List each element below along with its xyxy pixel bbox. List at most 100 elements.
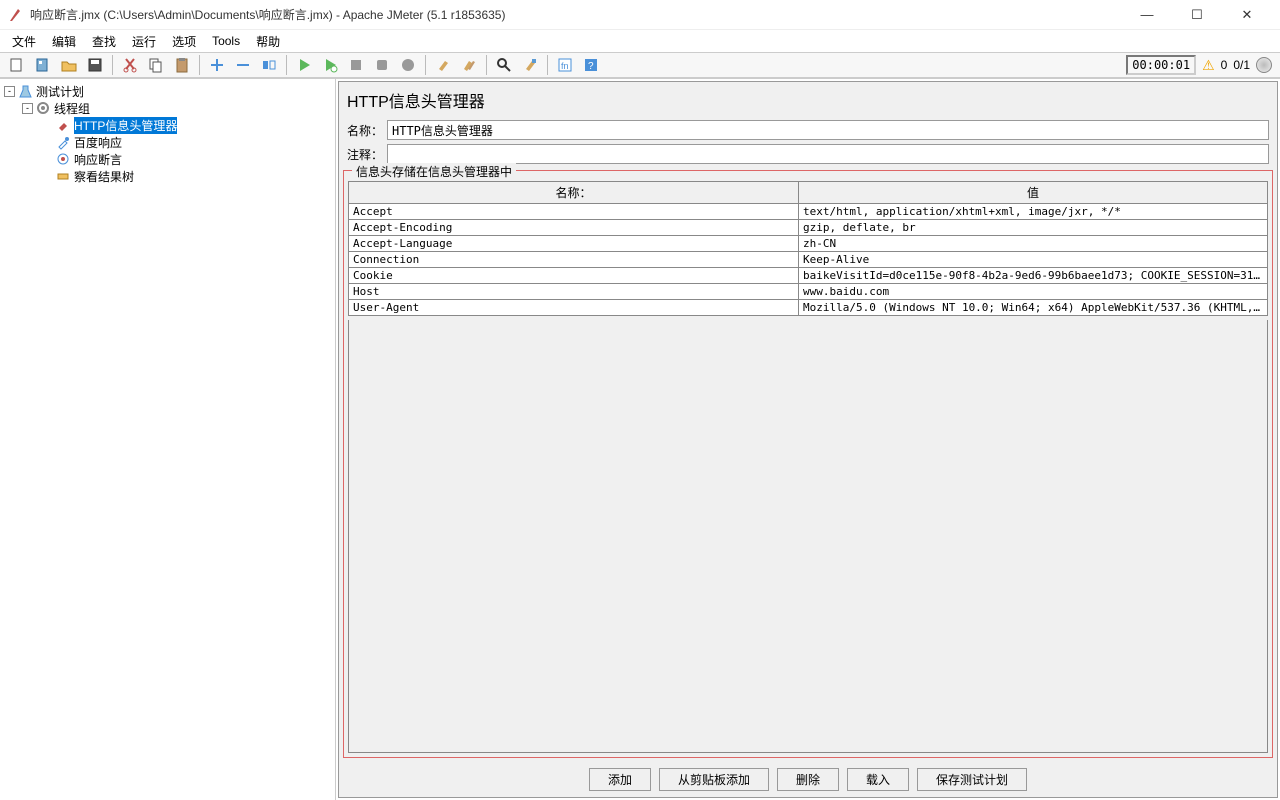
close-button[interactable]: ✕ (1232, 7, 1262, 23)
start-no-timers-icon[interactable] (318, 54, 342, 76)
table-empty-area[interactable] (348, 320, 1268, 753)
tree-test-plan[interactable]: - 测试计划 (0, 83, 335, 100)
header-name-cell[interactable]: User-Agent (349, 300, 799, 316)
headers-table[interactable]: 名称： 值 Accepttext/html, application/xhtml… (348, 181, 1268, 316)
tree-panel[interactable]: - 测试计划 - 线程组 HTTP信息头管理器 百度响应 响应断言 察看结果树 (0, 79, 336, 800)
target-icon (56, 152, 71, 167)
minimize-button[interactable]: — (1132, 7, 1162, 23)
name-label: 名称： (347, 122, 387, 139)
tree-label: 测试计划 (36, 83, 84, 100)
gauge-icon (1256, 57, 1272, 73)
col-header-name[interactable]: 名称： (349, 182, 799, 204)
add-from-clipboard-button[interactable]: 从剪贴板添加 (659, 768, 769, 791)
copy-icon[interactable] (144, 54, 168, 76)
header-value-cell[interactable]: text/html, application/xhtml+xml, image/… (799, 204, 1268, 220)
new-icon[interactable] (5, 54, 29, 76)
header-value-cell[interactable]: Keep-Alive (799, 252, 1268, 268)
table-row[interactable]: ConnectionKeep-Alive (349, 252, 1268, 268)
templates-icon[interactable] (31, 54, 55, 76)
flask-icon (18, 84, 33, 99)
cut-icon[interactable] (118, 54, 142, 76)
help-icon[interactable]: ? (579, 54, 603, 76)
tree-label: 响应断言 (74, 151, 122, 168)
function-helper-icon[interactable]: fn (553, 54, 577, 76)
add-button[interactable]: 添加 (589, 768, 651, 791)
tree-thread-group[interactable]: - 线程组 (0, 100, 335, 117)
table-row[interactable]: Accepttext/html, application/xhtml+xml, … (349, 204, 1268, 220)
dropper-icon (56, 135, 71, 150)
panel-title: HTTP信息头管理器 (339, 82, 1277, 118)
toggle-icon[interactable]: - (22, 103, 33, 114)
header-name-cell[interactable]: Accept-Encoding (349, 220, 799, 236)
menu-help[interactable]: 帮助 (250, 31, 286, 52)
header-name-cell[interactable]: Cookie (349, 268, 799, 284)
clear-icon[interactable] (431, 54, 455, 76)
comment-input[interactable] (387, 144, 1269, 164)
save-icon[interactable] (83, 54, 107, 76)
button-row: 添加 从剪贴板添加 删除 载入 保存测试计划 (339, 762, 1277, 797)
header-value-cell[interactable]: gzip, deflate, br (799, 220, 1268, 236)
tree-baidu-response[interactable]: 百度响应 (0, 134, 335, 151)
stop-all-icon[interactable] (396, 54, 420, 76)
group-label: 信息头存储在信息头管理器中 (352, 163, 516, 180)
clear-all-icon[interactable] (457, 54, 481, 76)
table-row[interactable]: User-AgentMozilla/5.0 (Windows NT 10.0; … (349, 300, 1268, 316)
tree-header-manager[interactable]: HTTP信息头管理器 (0, 117, 335, 134)
header-name-cell[interactable]: Host (349, 284, 799, 300)
window-title: 响应断言.jmx (C:\Users\Admin\Documents\响应断言.… (30, 6, 1132, 23)
open-icon[interactable] (57, 54, 81, 76)
start-icon[interactable] (292, 54, 316, 76)
svg-text:?: ? (588, 61, 594, 72)
header-value-cell[interactable]: Mozilla/5.0 (Windows NT 10.0; Win64; x64… (799, 300, 1268, 316)
separator (199, 55, 200, 75)
name-input[interactable] (387, 120, 1269, 140)
shutdown-icon[interactable] (370, 54, 394, 76)
stop-icon[interactable] (344, 54, 368, 76)
toolbar: fn ? 00:00:01 ⚠ 0 0/1 (0, 52, 1280, 78)
menu-run[interactable]: 运行 (126, 31, 162, 52)
header-value-cell[interactable]: zh-CN (799, 236, 1268, 252)
separator (425, 55, 426, 75)
telescope-icon (56, 169, 71, 184)
tree-label: 百度响应 (74, 134, 122, 151)
header-name-cell[interactable]: Connection (349, 252, 799, 268)
tree-response-assertion[interactable]: 响应断言 (0, 151, 335, 168)
headers-group: 信息头存储在信息头管理器中 名称： 值 Accepttext/html, app… (343, 170, 1273, 758)
menu-edit[interactable]: 编辑 (46, 31, 82, 52)
table-row[interactable]: Accept-Languagezh-CN (349, 236, 1268, 252)
tree-view-results[interactable]: 察看结果树 (0, 168, 335, 185)
load-button[interactable]: 载入 (847, 768, 909, 791)
col-header-value[interactable]: 值 (799, 182, 1268, 204)
expand-icon[interactable] (205, 54, 229, 76)
toggle-icon[interactable]: - (4, 86, 15, 97)
window-controls: — ☐ ✕ (1132, 7, 1272, 23)
delete-button[interactable]: 删除 (777, 768, 839, 791)
paste-icon[interactable] (170, 54, 194, 76)
tree-label: HTTP信息头管理器 (74, 117, 177, 134)
titlebar: 响应断言.jmx (C:\Users\Admin\Documents\响应断言.… (0, 0, 1280, 30)
separator (486, 55, 487, 75)
svg-text:fn: fn (561, 61, 569, 71)
main-panel: HTTP信息头管理器 名称： 注释： 信息头存储在信息头管理器中 名称： 值 A… (338, 81, 1278, 798)
collapse-icon[interactable] (231, 54, 255, 76)
menu-options[interactable]: 选项 (166, 31, 202, 52)
header-name-cell[interactable]: Accept-Language (349, 236, 799, 252)
timer-display: 00:00:01 (1126, 55, 1196, 75)
table-row[interactable]: CookiebaikeVisitId=d0ce115e-90f8-4b2a-9e… (349, 268, 1268, 284)
error-count: 0 (1221, 58, 1228, 72)
header-value-cell[interactable]: www.baidu.com (799, 284, 1268, 300)
maximize-button[interactable]: ☐ (1182, 7, 1212, 23)
tree-label: 线程组 (54, 100, 90, 117)
header-value-cell[interactable]: baikeVisitId=d0ce115e-90f8-4b2a-9ed6-99b… (799, 268, 1268, 284)
reset-search-icon[interactable] (518, 54, 542, 76)
menu-search[interactable]: 查找 (86, 31, 122, 52)
menu-tools[interactable]: Tools (206, 32, 246, 50)
save-button[interactable]: 保存测试计划 (917, 768, 1027, 791)
menu-file[interactable]: 文件 (6, 31, 42, 52)
warning-icon[interactable]: ⚠ (1202, 57, 1215, 74)
table-row[interactable]: Accept-Encodinggzip, deflate, br (349, 220, 1268, 236)
search-icon[interactable] (492, 54, 516, 76)
toggle-icon[interactable] (257, 54, 281, 76)
header-name-cell[interactable]: Accept (349, 204, 799, 220)
table-row[interactable]: Hostwww.baidu.com (349, 284, 1268, 300)
